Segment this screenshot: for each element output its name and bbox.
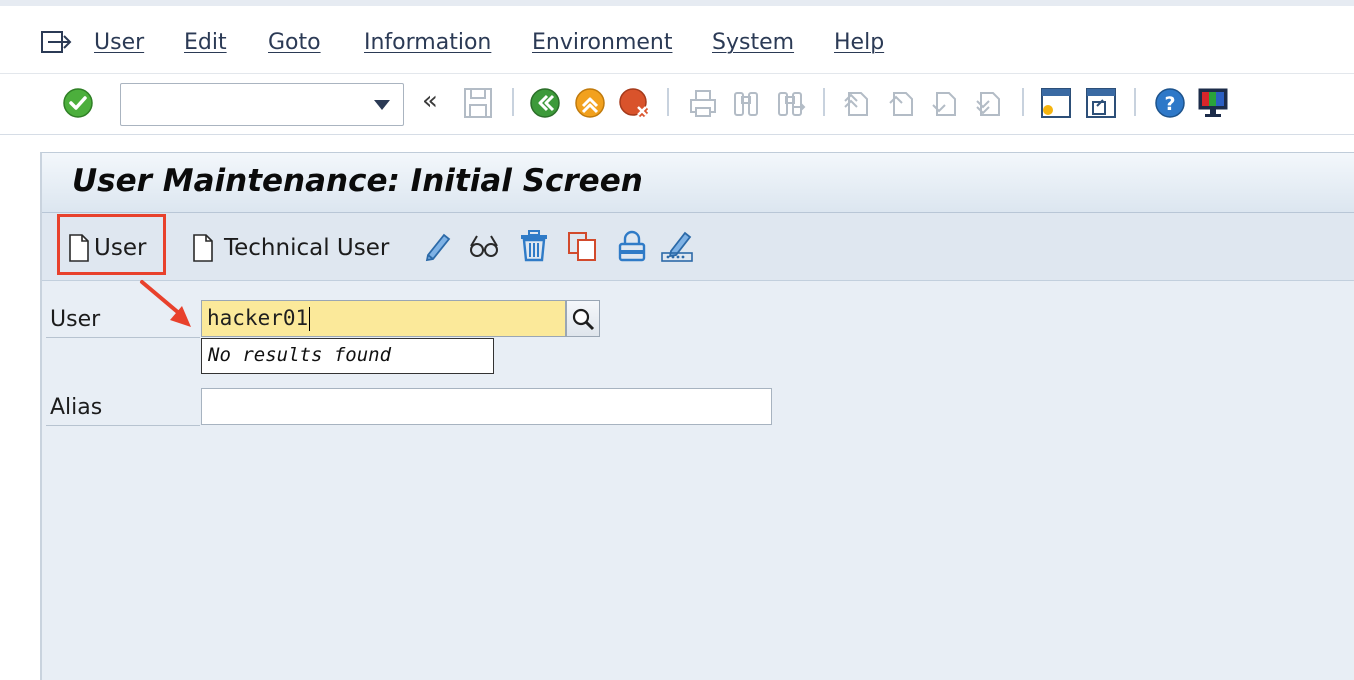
menu-toggle-icon[interactable]	[40, 30, 74, 56]
text-cursor	[309, 307, 311, 331]
menu-environment[interactable]: Environment	[532, 30, 672, 55]
collapse-toolbar-icon[interactable]: «	[422, 86, 438, 116]
alias-field-underline	[46, 425, 200, 426]
change-pencil-icon[interactable]	[422, 229, 454, 263]
change-password-icon[interactable]	[659, 229, 695, 263]
user-input-value: hacker01	[207, 306, 309, 330]
next-page-icon[interactable]	[928, 86, 962, 120]
last-page-icon[interactable]	[972, 86, 1006, 120]
cancel-icon[interactable]	[617, 86, 651, 120]
copy-icon[interactable]	[566, 229, 600, 263]
application-toolbar: User Technical User	[42, 213, 1354, 281]
no-results-text: No results found	[208, 344, 392, 366]
find-next-icon[interactable]	[773, 86, 807, 120]
exit-icon[interactable]	[573, 86, 607, 120]
search-suggestion-popup: No results found	[201, 338, 494, 374]
screen-title-bar: User Maintenance: Initial Screen	[42, 153, 1354, 213]
menu-bar: User Edit Goto Information Environment S…	[0, 0, 1354, 73]
new-document-icon	[193, 234, 213, 262]
menu-user[interactable]: User	[94, 30, 144, 55]
chevron-down-icon[interactable]	[373, 99, 391, 111]
help-icon[interactable]: ?	[1153, 86, 1187, 120]
print-icon[interactable]	[686, 86, 720, 120]
display-glasses-icon[interactable]	[467, 229, 501, 263]
menu-help[interactable]: Help	[834, 30, 884, 55]
new-session-icon[interactable]	[1039, 86, 1073, 120]
menu-edit[interactable]: Edit	[184, 30, 227, 55]
alias-field-label: Alias	[50, 395, 103, 420]
enter-check-icon[interactable]	[61, 86, 95, 120]
menu-goto[interactable]: Goto	[268, 30, 321, 55]
alias-input[interactable]	[201, 388, 772, 425]
highlight-box	[57, 214, 166, 275]
create-technical-user-button[interactable]: Technical User	[192, 231, 389, 265]
save-icon[interactable]	[461, 86, 495, 120]
page-title: User Maintenance: Initial Screen	[72, 163, 643, 199]
technical-user-label: Technical User	[224, 235, 390, 261]
user-field-label: User	[50, 307, 101, 332]
standard-toolbar: « ?	[0, 73, 1354, 135]
shortcut-icon[interactable]	[1084, 86, 1118, 120]
delete-trash-icon[interactable]	[517, 229, 551, 263]
command-field[interactable]	[120, 83, 404, 126]
menu-information[interactable]: Information	[364, 30, 491, 55]
lock-icon[interactable]	[615, 229, 649, 263]
annotation-arrow-icon	[140, 280, 191, 327]
customize-layout-icon[interactable]	[1196, 86, 1230, 120]
user-field-underline	[46, 337, 200, 338]
search-icon	[572, 308, 595, 330]
find-icon[interactable]	[729, 86, 763, 120]
svg-text:?: ?	[1164, 93, 1175, 115]
menu-system[interactable]: System	[712, 30, 794, 55]
back-icon[interactable]	[528, 86, 562, 120]
first-page-icon[interactable]	[840, 86, 874, 120]
user-input[interactable]: hacker01	[201, 300, 566, 337]
search-help-button[interactable]	[566, 300, 600, 337]
previous-page-icon[interactable]	[885, 86, 919, 120]
